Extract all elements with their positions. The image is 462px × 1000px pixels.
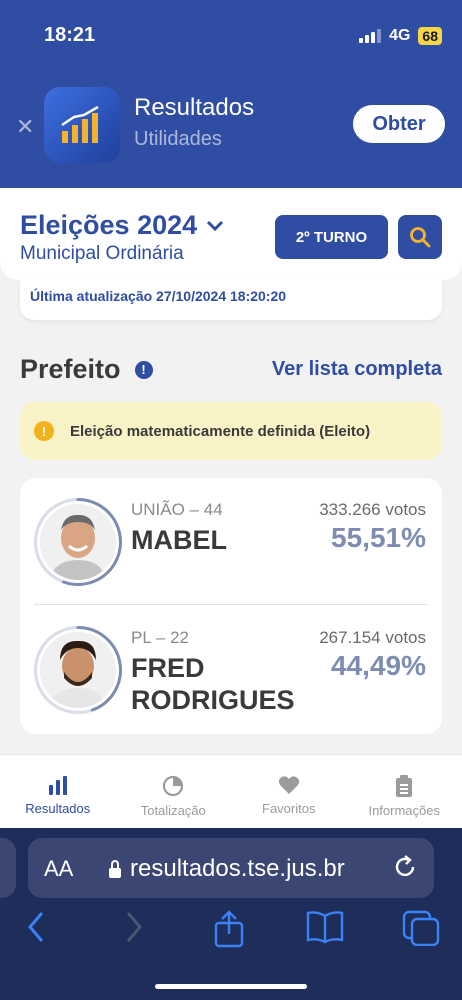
address-bar[interactable]: AA resultados.tse.jus.br (28, 838, 434, 898)
candidate-percent: 44,49% (331, 650, 426, 681)
text-size-button[interactable]: AA (44, 856, 73, 882)
alert-text: Eleição matematicamente definida (Eleito… (70, 422, 371, 440)
candidate-party: UNIÃO – 44 (131, 500, 223, 519)
top-header: 18:21 4G 68 ✕ Resultados Utilidades Obte… (0, 0, 462, 188)
chevron-down-icon (207, 220, 224, 231)
candidate-name: FRED RODRIGUES (131, 653, 295, 715)
candidate-avatar (34, 626, 122, 714)
previous-tab-preview[interactable] (0, 838, 16, 898)
info-icon[interactable]: ! (134, 360, 153, 379)
app-category: Utilidades (134, 128, 222, 150)
battery-level: 68 (418, 27, 442, 45)
status-time: 18:21 (44, 24, 96, 46)
bar-chart-icon (48, 776, 67, 795)
tab-bar: Resultados Totalização Favoritos Informa… (0, 754, 462, 828)
election-subtitle: Municipal Ordinária (20, 243, 184, 264)
candidate-votes: 267.154 votos (319, 628, 426, 647)
share-icon[interactable] (212, 910, 246, 953)
tab-resultados[interactable]: Resultados (0, 755, 116, 828)
bookmarks-icon[interactable] (305, 910, 345, 949)
tab-label: Totalização (140, 803, 206, 818)
section-title: Prefeito (20, 354, 121, 384)
pie-chart-icon (163, 775, 184, 797)
candidates-card: UNIÃO – 44 MABEL 333.266 votos 55,51% PL… (20, 478, 442, 734)
url-text: resultados.tse.jus.br (130, 855, 345, 882)
last-update-card: Última atualização 27/10/2024 18:20:20 (20, 280, 442, 320)
candidate-row[interactable]: PL – 22 FRED RODRIGUES 267.154 votos 44,… (20, 606, 442, 732)
candidate-votes: 333.266 votos (319, 500, 426, 519)
status-alert: ! Eleição matematicamente definida (Elei… (20, 402, 442, 460)
clipboard-icon (396, 775, 413, 797)
divider (34, 604, 428, 605)
candidate-party: PL – 22 (131, 628, 189, 647)
forward-icon[interactable] (124, 910, 144, 949)
signal-icon (359, 29, 382, 43)
candidate-photo-icon (40, 632, 116, 708)
app-chart-icon (61, 105, 99, 143)
home-indicator (155, 984, 307, 989)
app-name: Resultados (134, 94, 255, 121)
search-icon (410, 227, 431, 248)
back-icon[interactable] (26, 910, 46, 949)
avatar (40, 632, 116, 708)
candidate-avatar (34, 498, 122, 586)
section-heading: Prefeito ! (20, 354, 153, 385)
status-indicators: 4G 68 (359, 27, 442, 45)
tab-label: Informações (368, 803, 441, 818)
tab-totalizacao[interactable]: Totalização (116, 755, 232, 828)
turno-button[interactable]: 2º TURNO (275, 215, 388, 259)
tab-label: Resultados (25, 801, 91, 816)
app-icon[interactable] (44, 87, 120, 163)
browser-toolbar: AA resultados.tse.jus.br (0, 828, 462, 1000)
network-type: 4G (389, 27, 411, 44)
candidate-photo-icon (40, 504, 116, 580)
see-full-list-link[interactable]: Ver lista completa (272, 358, 442, 381)
heart-icon (278, 776, 299, 794)
candidate-percent: 55,51% (331, 522, 426, 553)
browser-nav (0, 910, 462, 954)
tab-informacoes[interactable]: Informações (347, 755, 462, 828)
election-selector[interactable]: Eleições 2024 (20, 210, 225, 241)
close-icon[interactable]: ✕ (16, 114, 34, 140)
url-display[interactable]: resultados.tse.jus.br (108, 855, 345, 883)
get-app-button[interactable]: Obter (353, 105, 445, 143)
main-content: Eleições 2024 Municipal Ordinária 2º TUR… (0, 188, 462, 828)
last-update-text: Última atualização 27/10/2024 18:20:20 (30, 288, 287, 304)
avatar (40, 504, 116, 580)
tabs-icon[interactable] (402, 910, 440, 951)
lock-icon (109, 860, 121, 878)
tab-favoritos[interactable]: Favoritos (231, 755, 347, 828)
search-button[interactable] (398, 215, 442, 259)
candidate-row[interactable]: UNIÃO – 44 MABEL 333.266 votos 55,51% (20, 478, 442, 604)
reload-icon[interactable] (392, 854, 418, 885)
tab-label: Favoritos (262, 801, 316, 816)
election-header: Eleições 2024 Municipal Ordinária 2º TUR… (0, 188, 462, 280)
candidate-name: MABEL (131, 525, 227, 555)
warning-icon: ! (34, 421, 54, 441)
election-title: Eleições 2024 (20, 210, 198, 240)
